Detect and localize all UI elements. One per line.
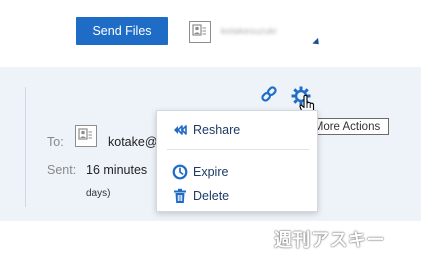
menu-item-reshare[interactable]: Reshare — [157, 119, 317, 141]
menu-separator — [167, 149, 309, 150]
menu-item-label: Delete — [193, 189, 230, 203]
sent-label: Sent: — [47, 163, 77, 177]
send-files-button[interactable]: Send Files — [76, 17, 168, 45]
link-icon[interactable] — [260, 85, 278, 103]
clock-icon — [172, 164, 188, 180]
account-name[interactable]: kotakesuzuki — [221, 26, 277, 36]
recipient-avatar-icon — [75, 125, 97, 147]
menu-item-label: Expire — [193, 165, 229, 179]
sent-time: 16 minutes — [86, 163, 148, 177]
top-bar: Send Files kotakesuzuki — [0, 0, 421, 64]
publisher-watermark: 週刊アスキー — [274, 230, 385, 251]
menu-item-label: Reshare — [193, 123, 241, 137]
menu-item-delete[interactable]: Delete — [157, 185, 317, 207]
reshare-icon — [172, 122, 188, 138]
to-label: To: — [47, 135, 64, 149]
account-avatar-icon[interactable] — [189, 21, 211, 43]
more-actions-menu: Reshare Expire Delete — [156, 110, 318, 212]
panel-divider — [25, 87, 26, 207]
recipient-email: kotake@ — [108, 135, 158, 149]
expiry-days-text: days) — [86, 188, 111, 199]
account-dropdown-caret-icon[interactable] — [312, 37, 322, 48]
menu-item-expire[interactable]: Expire — [157, 161, 317, 183]
trash-icon — [172, 188, 188, 204]
